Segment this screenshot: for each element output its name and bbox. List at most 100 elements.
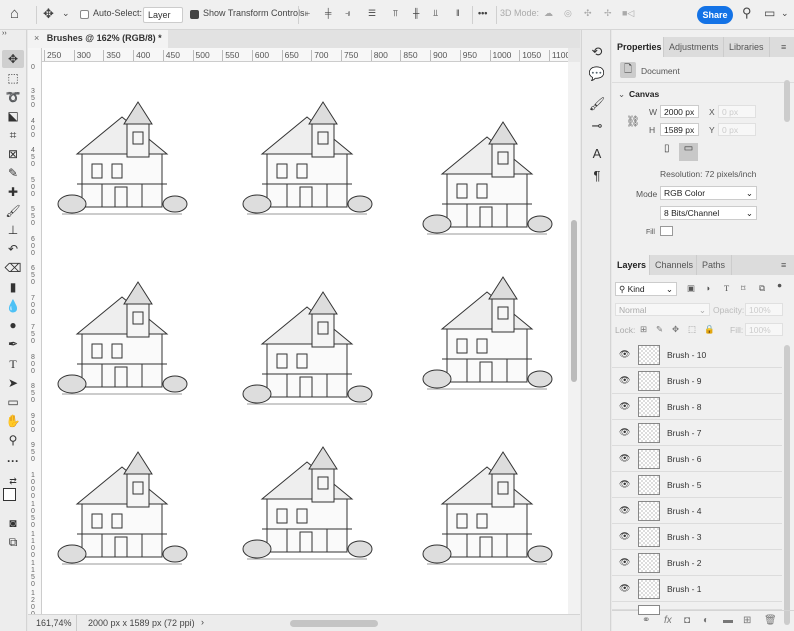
canvas-section-header[interactable]: Canvas <box>629 89 659 99</box>
layer-row[interactable]: 👁 Brush - 8 <box>612 394 782 420</box>
home-icon[interactable]: ⌂ <box>10 5 19 22</box>
document-tab[interactable]: × Brushes @ 162% (RGB/8) * <box>28 30 168 48</box>
marquee-tool[interactable]: ⬚ <box>2 69 24 87</box>
visibility-eye-icon[interactable]: 👁 <box>619 349 630 360</box>
visibility-eye-icon[interactable]: 👁 <box>619 375 630 386</box>
distribute-vertical-icon[interactable]: ‖ <box>456 8 460 18</box>
character-icon[interactable]: A <box>588 146 606 161</box>
visibility-eye-icon[interactable]: 👁 <box>619 583 630 594</box>
properties-scroll-thumb[interactable] <box>784 80 790 122</box>
portrait-icon[interactable]: ▯ <box>664 143 670 154</box>
comments-icon[interactable]: 💬 <box>588 66 606 82</box>
3d-pan-icon[interactable]: ✣ <box>584 8 592 19</box>
visibility-eye-icon[interactable]: 👁 <box>619 401 630 412</box>
filter-shape-icon[interactable]: ⌑ <box>741 283 745 294</box>
object-select-tool[interactable]: ⬕ <box>2 107 24 125</box>
search-icon[interactable]: ⚲ <box>742 5 752 21</box>
canvas[interactable] <box>42 62 568 614</box>
align-middle-icon[interactable]: ╫ <box>413 8 419 18</box>
status-menu-arrow[interactable]: › <box>201 617 204 627</box>
type-tool[interactable]: T <box>2 355 24 373</box>
3d-slide-icon[interactable]: ✢ <box>604 8 612 19</box>
layer-row[interactable]: 👁 Brush - 6 <box>612 446 782 472</box>
brush-tool[interactable]: 🖌 <box>2 202 24 220</box>
filter-pixel-icon[interactable]: ▣ <box>687 283 695 294</box>
layer-row[interactable]: 👁 Brush - 1 <box>612 576 782 602</box>
layer-row-partial[interactable] <box>612 602 782 615</box>
tab-paths[interactable]: Paths <box>697 255 732 275</box>
brush-settings-icon[interactable]: 🖌 <box>588 96 606 112</box>
quick-mask-icon[interactable]: ◙ <box>2 514 24 532</box>
visibility-eye-icon[interactable]: 👁 <box>619 557 630 568</box>
layers-scroll-thumb[interactable] <box>784 345 790 625</box>
link-layers-icon[interactable]: ⚭ <box>642 615 650 626</box>
tab-layers[interactable]: Layers <box>612 255 650 275</box>
auto-select-dropdown[interactable]: Layer <box>143 7 183 23</box>
share-button[interactable]: Share <box>697 6 733 24</box>
layer-row[interactable]: 👁 Brush - 7 <box>612 420 782 446</box>
delete-layer-icon[interactable]: 🗑 <box>764 615 777 626</box>
landscape-icon[interactable]: ▭ <box>679 143 698 161</box>
3d-camera-icon[interactable]: ■◁ <box>622 8 634 19</box>
tab-libraries[interactable]: Libraries <box>724 37 770 57</box>
more-tools-icon[interactable]: ··· <box>2 452 24 470</box>
paragraph-icon[interactable]: ¶ <box>588 168 606 183</box>
move-tool-icon[interactable]: ✥ <box>43 6 54 22</box>
zoom-tool[interactable]: ⚲ <box>2 431 24 449</box>
filter-smart-object-icon[interactable]: ⧉ <box>759 283 765 294</box>
layer-row[interactable]: 👁 Brush - 9 <box>612 368 782 394</box>
vertical-scroll-thumb[interactable] <box>571 220 577 382</box>
panel-menu-icon[interactable]: ≡ <box>776 255 791 275</box>
auto-select-checkbox[interactable] <box>80 10 89 19</box>
foreground-color-swatch[interactable] <box>3 488 16 501</box>
chevron-down-icon[interactable]: ⌄ <box>618 89 625 100</box>
layer-row[interactable]: 👁 Brush - 5 <box>612 472 782 498</box>
visibility-eye-icon[interactable]: 👁 <box>619 505 630 516</box>
visibility-eye-icon[interactable]: 👁 <box>619 427 630 438</box>
hand-tool[interactable]: ✋ <box>2 412 24 430</box>
frame-tool[interactable]: ⊠ <box>2 145 24 163</box>
screen-mode-icon[interactable]: ⧉ <box>2 533 24 551</box>
lock-position-icon[interactable]: ✥ <box>672 324 679 335</box>
move-tool[interactable]: ✥ <box>2 50 24 68</box>
layer-row[interactable]: 👁 Brush - 3 <box>612 524 782 550</box>
history-icon[interactable]: ⟲ <box>588 44 606 60</box>
visibility-eye-icon[interactable]: 👁 <box>619 531 630 542</box>
bit-depth-dropdown[interactable]: 8 Bits/Channel ⌄ <box>660 206 757 220</box>
blur-tool[interactable]: 💧 <box>2 297 24 315</box>
adjustment-layer-icon[interactable]: ◐ <box>703 615 709 626</box>
zoom-level[interactable]: 161,74% <box>36 618 72 628</box>
layer-filter-kind[interactable]: ⚲ Kind ⌄ <box>615 282 677 296</box>
visibility-eye-icon[interactable]: 👁 <box>619 453 630 464</box>
rectangle-tool[interactable]: ▭ <box>2 393 24 411</box>
horizontal-scroll-thumb[interactable] <box>290 620 378 627</box>
tab-properties[interactable]: Properties <box>612 37 664 57</box>
workspace-icon[interactable]: ▭ <box>764 6 775 20</box>
show-transform-checkbox[interactable] <box>190 10 199 19</box>
crop-tool[interactable]: ⌗ <box>2 126 24 144</box>
align-bottom-icon[interactable]: ⫫ <box>433 8 438 19</box>
lock-all-icon[interactable]: 🔒 <box>704 324 715 335</box>
tab-channels[interactable]: Channels <box>650 255 697 275</box>
fill-swatch[interactable] <box>660 226 673 236</box>
fx-icon[interactable]: fx <box>664 615 672 626</box>
lasso-tool[interactable]: ➰ <box>2 88 24 106</box>
brush-presets-icon[interactable]: ⊸ <box>588 118 606 134</box>
lock-artboard-icon[interactable]: ⬚ <box>688 324 696 335</box>
3d-orbit-icon[interactable]: ☁ <box>544 8 553 19</box>
height-field[interactable]: 1589 px <box>660 123 699 136</box>
layer-row[interactable]: 👁 Brush - 4 <box>612 498 782 524</box>
add-mask-icon[interactable]: ◘ <box>684 615 690 626</box>
history-brush-tool[interactable]: ↶ <box>2 240 24 258</box>
pen-tool[interactable]: ✒ <box>2 335 24 353</box>
more-icon[interactable]: ••• <box>478 8 487 18</box>
chevron-down-icon[interactable]: ⌄ <box>62 8 70 19</box>
align-top-icon[interactable]: ⫪ <box>393 8 398 19</box>
close-tab-icon[interactable]: × <box>34 33 39 43</box>
align-center-icon[interactable]: ╪ <box>325 8 331 18</box>
panel-menu-icon[interactable]: ≡ <box>776 37 791 57</box>
layer-row[interactable]: 👁 Brush - 2 <box>612 550 782 576</box>
mode-dropdown[interactable]: RGB Color ⌄ <box>660 186 757 200</box>
clone-stamp-tool[interactable]: ⊥ <box>2 221 24 239</box>
filter-toggle-icon[interactable]: ● <box>777 280 782 290</box>
